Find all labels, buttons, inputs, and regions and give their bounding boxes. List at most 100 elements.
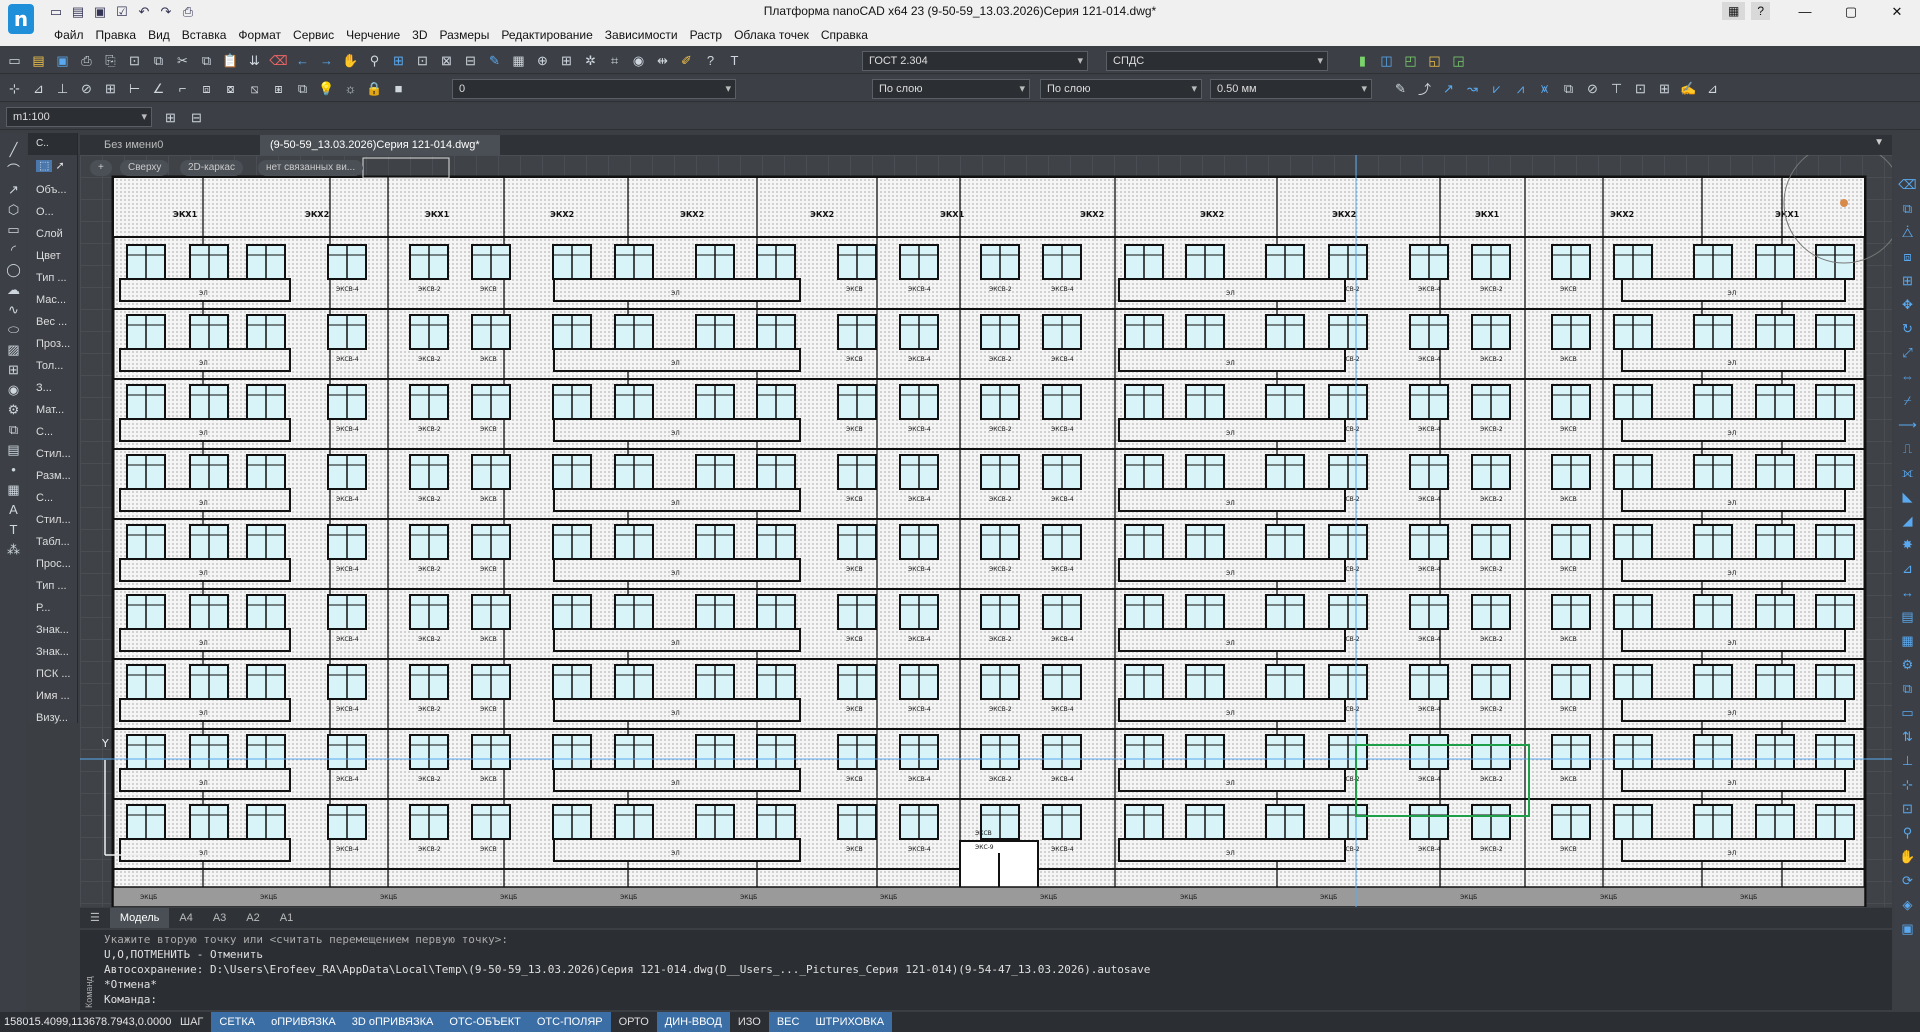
plot-icon[interactable]: ⎘ bbox=[100, 50, 121, 71]
property-row[interactable]: Тип ... bbox=[28, 575, 77, 597]
property-row[interactable]: Знак... bbox=[28, 619, 77, 641]
stretch-icon[interactable]: ⇔ bbox=[1897, 366, 1918, 387]
viewport-menu-chip[interactable]: + bbox=[90, 160, 112, 176]
select-add-icon[interactable]: ⧈ bbox=[196, 78, 217, 99]
property-row[interactable]: Объ... bbox=[28, 179, 77, 201]
workspace-icon[interactable]: ▦ bbox=[1721, 2, 1746, 20]
property-row[interactable]: З... bbox=[28, 377, 77, 399]
status-toggle-1[interactable]: СЕТКА bbox=[211, 1012, 264, 1032]
menu-item-7[interactable]: 3D bbox=[406, 26, 433, 44]
paste-icon[interactable]: 📋 bbox=[220, 50, 241, 71]
dim-icon-6[interactable]: ⊤ bbox=[1606, 78, 1627, 99]
scale-add-icon[interactable]: ⊞ bbox=[160, 107, 181, 128]
status-toggle-9[interactable]: ВЕС bbox=[768, 1012, 808, 1032]
layer-combo[interactable]: 0 bbox=[452, 79, 736, 99]
edit-icon-1[interactable]: ✎ bbox=[1390, 78, 1411, 99]
text-style-combo[interactable]: ГОСТ 2.304 bbox=[862, 51, 1088, 71]
property-row[interactable]: Тол... bbox=[28, 355, 77, 377]
pan-icon[interactable]: ✋ bbox=[1897, 846, 1918, 867]
sheet-set-icon[interactable]: ✲ bbox=[580, 50, 601, 71]
dot-icon[interactable]: • bbox=[3, 459, 24, 480]
join-icon[interactable]: ⟗ bbox=[1897, 462, 1918, 483]
design-center-icon[interactable]: ⊕ bbox=[532, 50, 553, 71]
linked-views-chip[interactable]: нет связанных ви... bbox=[258, 160, 364, 176]
preview-icon[interactable]: ⊡ bbox=[124, 50, 145, 71]
pick-icon[interactable]: ➚ bbox=[55, 160, 64, 172]
linetype-combo[interactable]: По слою bbox=[1040, 79, 1202, 99]
erase-icon[interactable]: ⌫ bbox=[1897, 174, 1918, 195]
text-style-icon[interactable]: Т bbox=[724, 50, 745, 71]
move-icon[interactable]: ✥ bbox=[1897, 294, 1918, 315]
align-icon[interactable]: ⊿ bbox=[1897, 558, 1918, 579]
explode-icon[interactable]: ✸ bbox=[1897, 534, 1918, 555]
property-row[interactable]: Проз... bbox=[28, 333, 77, 355]
menu-item-10[interactable]: Зависимости bbox=[599, 26, 684, 44]
menu-item-5[interactable]: Сервис bbox=[287, 26, 340, 44]
offset-icon[interactable]: ⧈ bbox=[1897, 246, 1918, 267]
layout-tab-model[interactable]: Модель bbox=[109, 908, 170, 928]
dim-icon-7[interactable]: ⊡ bbox=[1630, 78, 1651, 99]
menu-item-6[interactable]: Черчение bbox=[340, 26, 406, 44]
copy-icon[interactable]: ⧉ bbox=[196, 50, 217, 71]
group-icon[interactable]: ⁂ bbox=[3, 539, 24, 560]
polyline-icon[interactable]: ⌒ bbox=[3, 159, 24, 180]
markup-icon[interactable]: ⌗ bbox=[604, 50, 625, 71]
zoom-icon[interactable]: ⚲ bbox=[364, 50, 385, 71]
command-window[interactable]: Укажите вторую точку или <считать переме… bbox=[80, 930, 1892, 1010]
length-icon[interactable]: ↔ bbox=[1897, 582, 1918, 603]
menu-item-8[interactable]: Размеры bbox=[433, 26, 495, 44]
break-icon[interactable]: ⎍ bbox=[1897, 438, 1918, 459]
save-icon[interactable]: ▣ bbox=[52, 50, 73, 71]
grid-select-icon[interactable]: ⊞ bbox=[100, 78, 121, 99]
property-row[interactable]: Мат... bbox=[28, 399, 77, 421]
ray-icon[interactable]: ↗ bbox=[3, 179, 24, 200]
dim-icon-9[interactable]: ✍ bbox=[1678, 78, 1699, 99]
layout-menu-icon[interactable]: ☰ bbox=[80, 908, 110, 928]
mtext-icon[interactable]: T bbox=[3, 519, 24, 540]
menu-item-9[interactable]: Редактирование bbox=[495, 26, 598, 44]
copy-icon[interactable]: ⧉ bbox=[1897, 198, 1918, 219]
track-icon[interactable]: ⌐ bbox=[172, 78, 193, 99]
dim-icon-1[interactable]: ⩗ bbox=[1486, 78, 1507, 99]
print-icon[interactable]: ⎙ bbox=[180, 4, 196, 20]
tab-active-drawing[interactable]: (9-50-59_13.03.2026)Серия 121-014.dwg* ✕ bbox=[260, 135, 500, 171]
layout-tab-a4[interactable]: A4 bbox=[169, 908, 202, 928]
trim-icon[interactable]: ⌿ bbox=[1897, 390, 1918, 411]
menu-item-4[interactable]: Формат bbox=[232, 26, 287, 44]
menu-item-1[interactable]: Правка bbox=[90, 26, 143, 44]
status-toggle-2[interactable]: оПРИВЯЗКА bbox=[263, 1012, 344, 1032]
view-direction-chip[interactable]: Сверху bbox=[120, 160, 170, 176]
scale-icon[interactable]: ⤢ bbox=[1897, 342, 1918, 363]
zoom-window-icon[interactable]: ⊞ bbox=[388, 50, 409, 71]
property-row[interactable]: Имя ... bbox=[28, 685, 77, 707]
status-toggle-8[interactable]: ИЗО bbox=[730, 1012, 769, 1032]
light-bulb-icon[interactable]: 💡 bbox=[316, 78, 337, 99]
props-icon[interactable]: ▦ bbox=[508, 50, 529, 71]
arc-icon[interactable]: ◜ bbox=[3, 239, 24, 260]
layer-icon-3[interactable]: ◰ bbox=[1400, 50, 1421, 71]
property-row[interactable]: Прос... bbox=[28, 553, 77, 575]
status-toggle-5[interactable]: ОТС-ПОЛЯР bbox=[528, 1012, 611, 1032]
color-combo[interactable]: По слою bbox=[872, 79, 1030, 99]
ucs-icon[interactable]: ⊹ bbox=[1897, 774, 1918, 795]
property-row[interactable]: Разм... bbox=[28, 465, 77, 487]
status-toggle-6[interactable]: ОРТО bbox=[611, 1012, 657, 1032]
osnap-icon[interactable]: ⊿ bbox=[28, 78, 49, 99]
open-icon[interactable]: ▤ bbox=[70, 4, 86, 20]
menu-item-2[interactable]: Вид bbox=[142, 26, 176, 44]
property-row[interactable]: Мас... bbox=[28, 289, 77, 311]
property-row[interactable]: С... bbox=[28, 421, 77, 443]
fillet-icon[interactable]: ◢ bbox=[1897, 510, 1918, 531]
property-row[interactable]: Слой bbox=[28, 223, 77, 245]
dim-style-combo[interactable]: СПДС bbox=[1106, 51, 1328, 71]
zoom-prev-icon[interactable]: ⊡ bbox=[412, 50, 433, 71]
publish-icon[interactable]: ⧉ bbox=[148, 50, 169, 71]
mirror-icon[interactable]: ⧊ bbox=[1897, 222, 1918, 243]
tab-untitled[interactable]: Без имени0 bbox=[94, 135, 202, 155]
minimize-button[interactable]: — bbox=[1782, 0, 1828, 24]
property-row[interactable]: О... bbox=[28, 201, 77, 223]
attach-icon[interactable]: ⧉ bbox=[3, 419, 24, 440]
dim-icon-8[interactable]: ⊞ bbox=[1654, 78, 1675, 99]
property-row[interactable]: Стил... bbox=[28, 509, 77, 531]
edit-icon-3[interactable]: ↗ bbox=[1438, 78, 1459, 99]
